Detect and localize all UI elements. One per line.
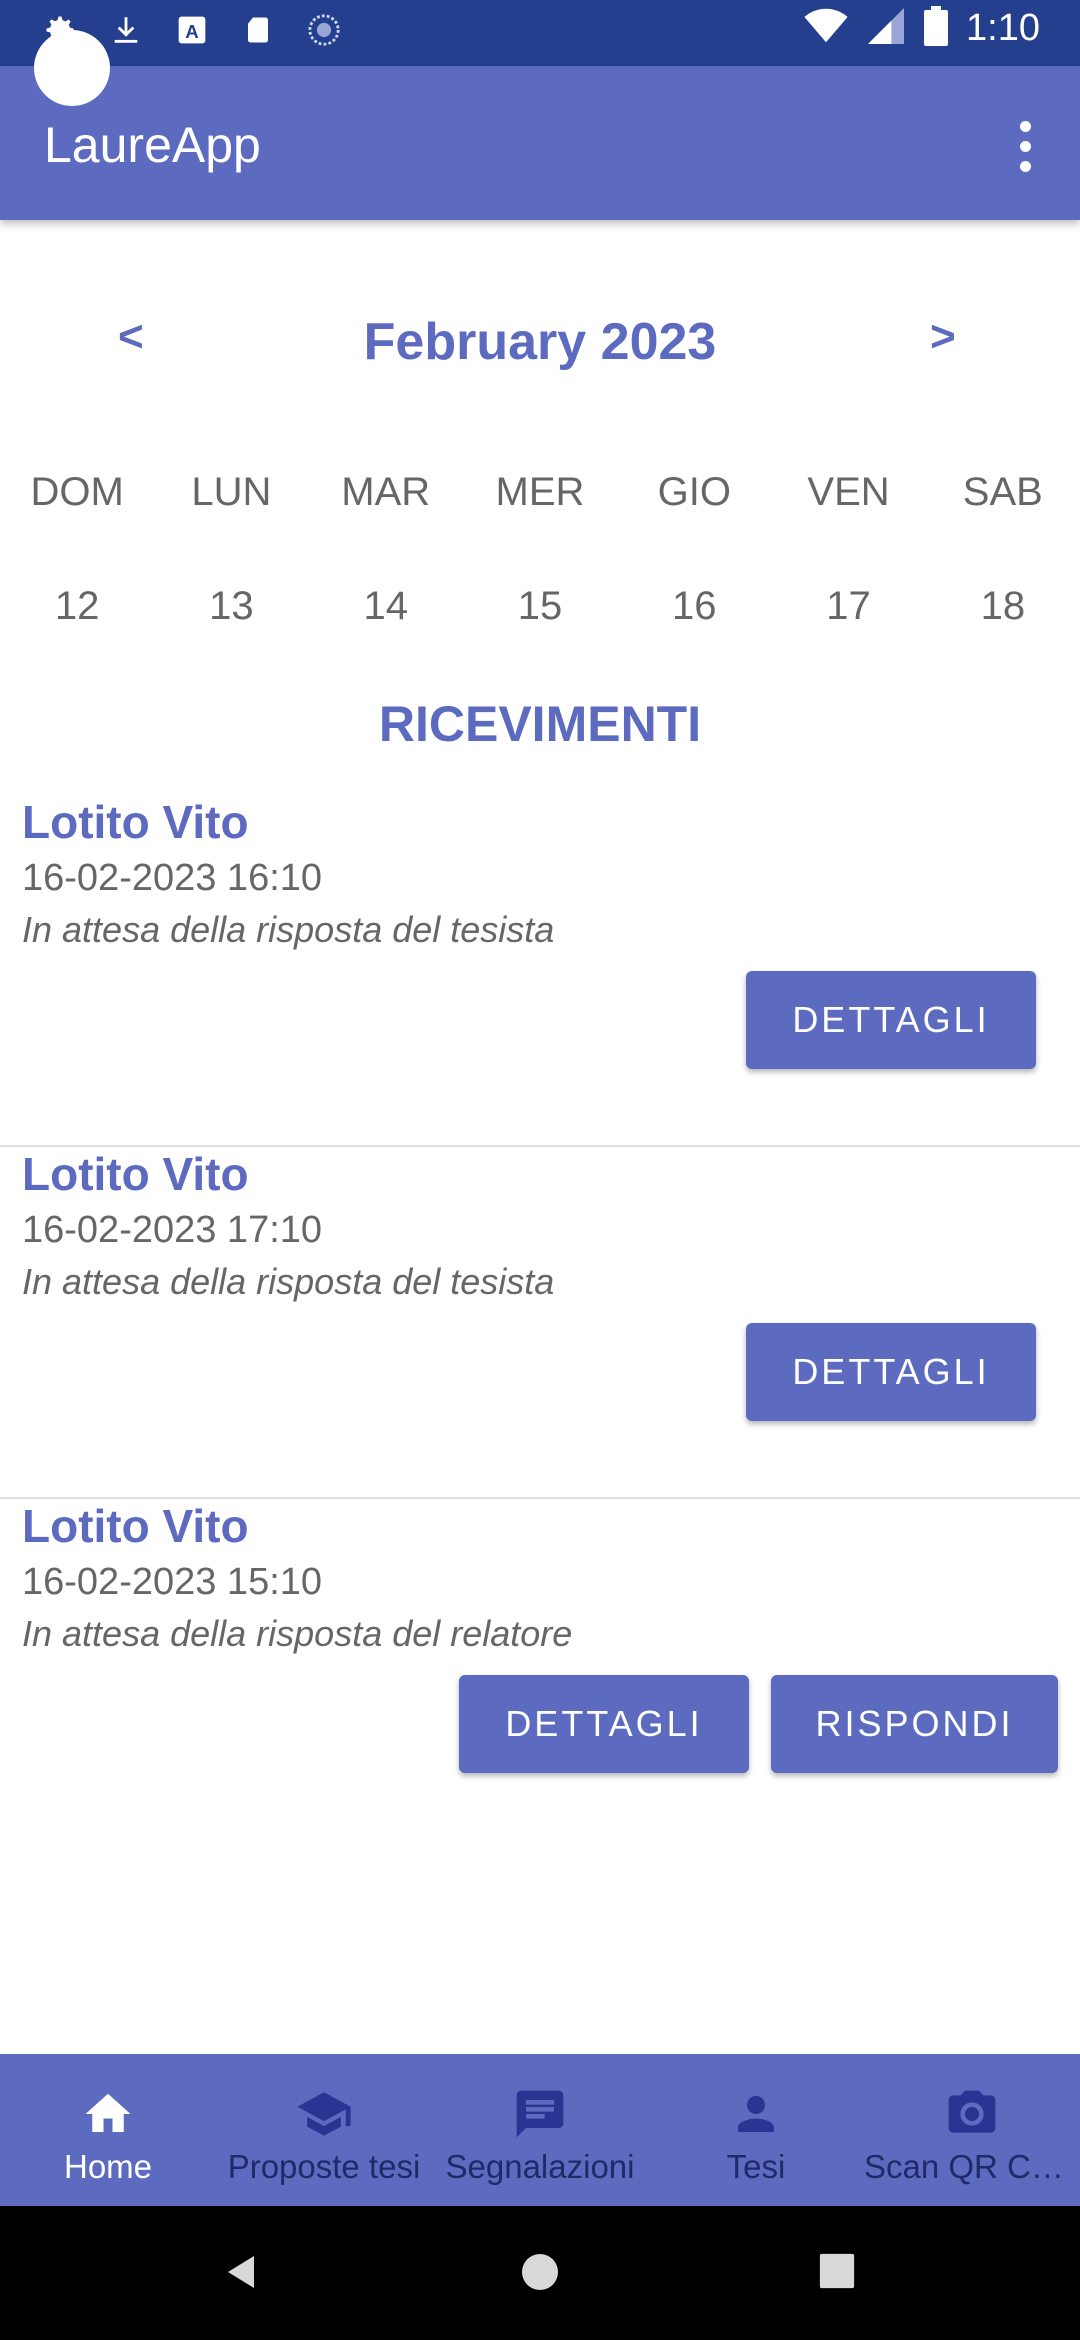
nav-label: Proposte tesi <box>227 2148 421 2185</box>
weekday-label: LUN <box>191 470 272 514</box>
touch-indicator <box>34 30 110 106</box>
overflow-menu-icon[interactable] <box>1010 116 1040 176</box>
calendar-day[interactable]: 14 <box>309 584 463 629</box>
nav-label: Home <box>63 2148 153 2185</box>
download-icon <box>106 10 146 50</box>
weekday-label: DOM <box>30 470 124 514</box>
reception-datetime: 16-02-2023 16:10 <box>22 857 323 899</box>
battery-icon <box>924 6 949 51</box>
calendar-day[interactable]: 18 <box>926 584 1080 629</box>
system-status-icons: 1:10 <box>804 6 1040 51</box>
nav-item-segnalazioni[interactable]: Segnalazioni <box>432 2054 648 2206</box>
reception-status: In attesa della risposta del tesista <box>22 1261 555 1302</box>
details-button[interactable]: DETTAGLI <box>746 1323 1036 1421</box>
reception-card: Lotito Vito 16-02-2023 17:10 In attesa d… <box>0 1147 1080 1499</box>
section-title: RICEVIMENTI <box>378 696 702 752</box>
system-navigation-bar <box>0 2206 1080 2340</box>
reception-card: Lotito Vito 16-02-2023 15:10 In attesa d… <box>0 1499 1080 1849</box>
nav-item-home[interactable]: Home <box>0 2054 216 2206</box>
recents-icon[interactable] <box>818 2252 856 2295</box>
month-title: February 2023 <box>363 313 717 371</box>
home-button-icon[interactable] <box>520 2252 560 2297</box>
weekday-label: GIO <box>657 470 731 514</box>
calendar-day[interactable]: 17 <box>771 584 925 629</box>
reception-status: In attesa della risposta del relatore <box>22 1613 573 1654</box>
status-bar: A 1:10 <box>0 0 1080 66</box>
person-icon <box>726 2084 786 2144</box>
weekday-label: SAB <box>962 470 1043 514</box>
camera-icon <box>942 2084 1002 2144</box>
nav-label: Scan QR Co… <box>864 2148 1080 2185</box>
sd-card-icon <box>238 10 278 50</box>
bottom-navigation: Home Proposte tesi Segnalazioni Tesi Sca… <box>0 2054 1080 2206</box>
nav-label: Segnalazioni <box>445 2148 635 2185</box>
reception-name: Lotito Vito <box>22 1500 249 1552</box>
font-app-icon: A <box>172 10 212 50</box>
sync-progress-icon <box>304 10 344 50</box>
back-icon[interactable] <box>222 2252 262 2297</box>
date-row: 12 13 14 15 16 17 18 <box>0 584 1080 629</box>
calendar-day[interactable]: 15 <box>463 584 617 629</box>
nav-label: Tesi <box>726 2148 786 2185</box>
details-button[interactable]: DETTAGLI <box>746 971 1036 1069</box>
status-time: 1:10 <box>966 7 1040 49</box>
calendar-day[interactable]: 13 <box>154 584 308 629</box>
weekday-label: MER <box>495 470 585 514</box>
svg-text:A: A <box>185 21 198 42</box>
next-month-button[interactable]: > <box>930 312 956 362</box>
graduation-cap-icon <box>294 2084 354 2144</box>
reply-button[interactable]: RISPONDI <box>771 1675 1058 1773</box>
reception-datetime: 16-02-2023 17:10 <box>22 1209 323 1251</box>
details-button[interactable]: DETTAGLI <box>459 1675 749 1773</box>
reception-status: In attesa della risposta del tesista <box>22 909 555 950</box>
month-navigator: < February 2023 > <box>0 300 1080 390</box>
reception-name: Lotito Vito <box>22 796 249 848</box>
calendar-day[interactable]: 16 <box>617 584 771 629</box>
wifi-icon <box>804 8 848 49</box>
weekday-label: VEN <box>807 470 890 514</box>
calendar-day[interactable]: 12 <box>0 584 154 629</box>
reception-name: Lotito Vito <box>22 1148 249 1200</box>
nav-item-tesi[interactable]: Tesi <box>648 2054 864 2206</box>
app-title: LaureApp <box>44 117 261 173</box>
reception-datetime: 16-02-2023 15:10 <box>22 1561 323 1603</box>
nav-item-scan-qr[interactable]: Scan QR Co… <box>864 2054 1080 2206</box>
message-icon <box>510 2084 570 2144</box>
nav-item-proposte-tesi[interactable]: Proposte tesi <box>216 2054 432 2206</box>
app-bar: LaureApp <box>0 66 1080 220</box>
signal-icon <box>866 8 906 49</box>
home-icon <box>78 2084 138 2144</box>
weekday-row: DOM LUN MAR MER GIO VEN SAB <box>0 470 1080 515</box>
reception-card: Lotito Vito 16-02-2023 16:10 In attesa d… <box>0 795 1080 1147</box>
weekday-label: MAR <box>341 470 431 514</box>
